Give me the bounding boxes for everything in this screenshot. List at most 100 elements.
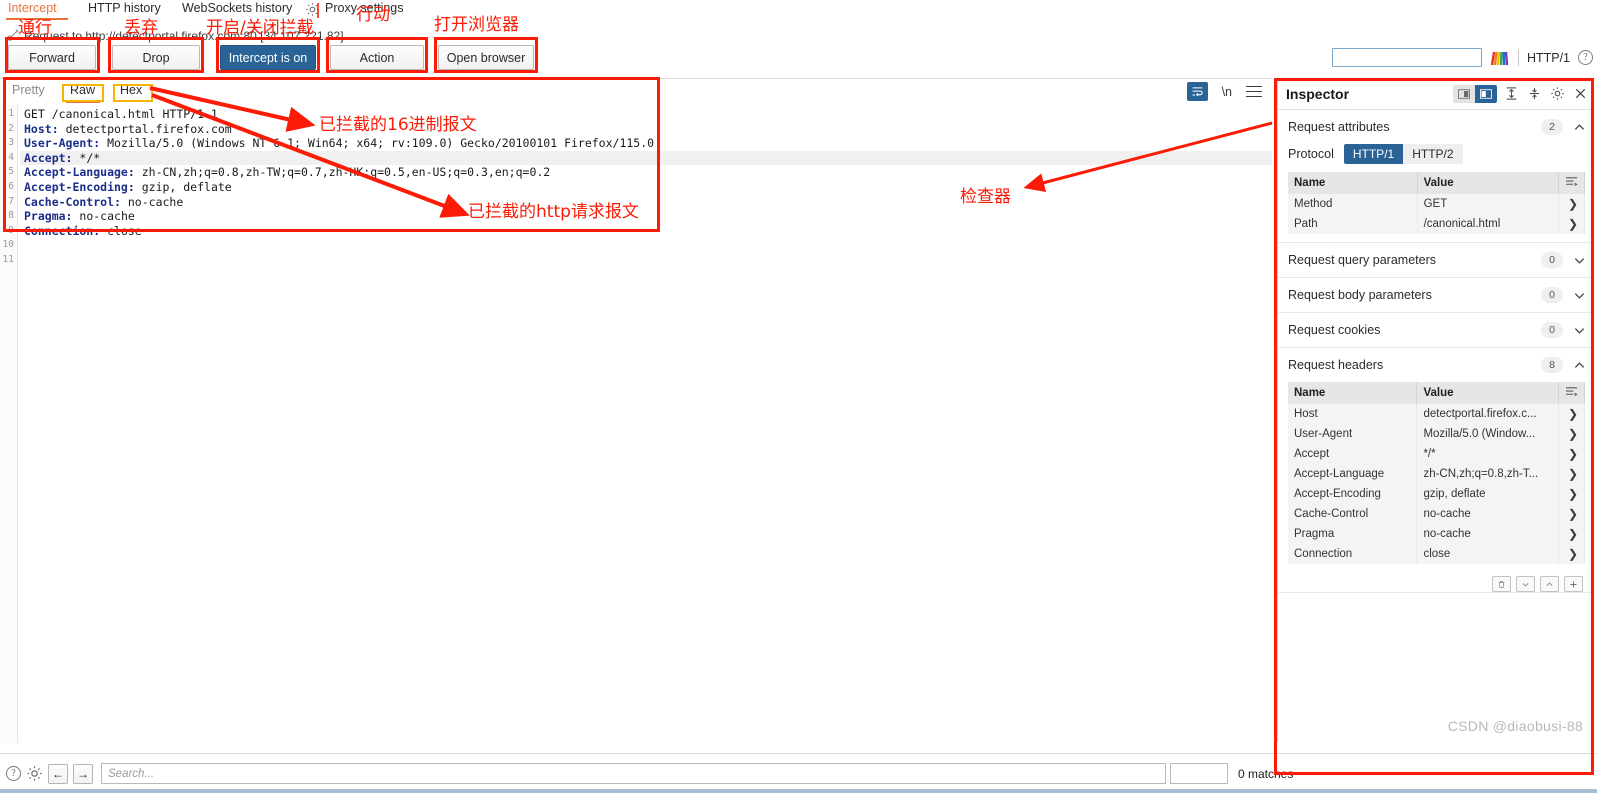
row-expand-icon[interactable]: ❯ xyxy=(1558,424,1586,444)
protocol-option-http2[interactable]: HTTP/2 xyxy=(1403,144,1463,164)
row-expand-icon[interactable]: ❯ xyxy=(1558,544,1586,564)
layout-side-icon[interactable] xyxy=(1453,84,1475,103)
inspector-layout-toggle[interactable] xyxy=(1453,84,1497,103)
section-count-badge: 8 xyxy=(1541,357,1563,373)
gear-icon[interactable] xyxy=(26,765,43,782)
move-down-button[interactable] xyxy=(1516,576,1535,592)
move-up-button[interactable] xyxy=(1540,576,1559,592)
match-count-input[interactable] xyxy=(1170,763,1228,784)
chevron-down-icon[interactable] xyxy=(1571,254,1587,267)
line-number: 4 xyxy=(8,151,14,163)
drop-button[interactable]: Drop xyxy=(112,45,200,70)
code-line: Connection: close xyxy=(24,223,142,238)
sort-icon[interactable] xyxy=(1558,172,1586,194)
request-target-banner: Request to http://detectportal.firefox.c… xyxy=(24,29,344,43)
section-header[interactable]: Request cookies 0 xyxy=(1278,313,1595,347)
add-row-button[interactable] xyxy=(1564,576,1583,592)
header-value: close xyxy=(1416,544,1559,564)
pin-icon[interactable] xyxy=(6,28,20,42)
forward-button[interactable]: Forward xyxy=(8,45,96,70)
chevron-up-icon[interactable] xyxy=(1571,121,1587,134)
request-headers-table: Name Value Host detectportal.firefox.c..… xyxy=(1288,382,1586,564)
attribute-value: GET xyxy=(1417,194,1559,214)
tab-hex[interactable]: Hex xyxy=(120,83,142,97)
word-wrap-icon[interactable] xyxy=(1186,82,1208,101)
code-line: User-Agent: Mozilla/5.0 (Windows NT 6.1;… xyxy=(24,136,655,151)
status-bar: ? ← → Search... 0 matches xyxy=(0,753,1597,793)
headers-table-footer xyxy=(1278,572,1595,592)
table-row[interactable]: User-Agent Mozilla/5.0 (Window... ❯ xyxy=(1288,424,1586,444)
divider xyxy=(1517,49,1519,66)
intercept-toggle-button[interactable]: Intercept is on xyxy=(220,45,316,70)
gear-icon[interactable] xyxy=(1549,85,1566,102)
inspector-header: Inspector xyxy=(1278,78,1595,110)
tab-proxy-settings[interactable]: Proxy settings xyxy=(325,1,404,15)
table-row[interactable]: Pragma no-cache ❯ xyxy=(1288,524,1586,544)
gear-icon[interactable] xyxy=(305,2,320,17)
rainbow-icon[interactable] xyxy=(1490,49,1510,66)
header-value: no-cache xyxy=(1416,504,1559,524)
table-row[interactable]: Accept-Language zh-CN,zh;q=0.8,zh-T... ❯ xyxy=(1288,464,1586,484)
row-expand-icon[interactable]: ❯ xyxy=(1558,504,1586,524)
forward-button[interactable]: → xyxy=(73,763,93,784)
header-name: Accept xyxy=(1288,444,1418,464)
tab-http-history[interactable]: HTTP history xyxy=(88,1,161,15)
table-row[interactable]: Accept */* ❯ xyxy=(1288,444,1586,464)
tab-raw[interactable]: Raw xyxy=(70,83,95,97)
section-title: Request attributes xyxy=(1288,120,1390,134)
chevron-down-icon[interactable] xyxy=(1571,324,1587,337)
attribute-value: /canonical.html xyxy=(1417,214,1559,234)
layout-split-icon[interactable] xyxy=(1475,84,1497,103)
protocol-option-http1[interactable]: HTTP/1 xyxy=(1343,144,1404,164)
open-browser-button[interactable]: Open browser xyxy=(438,45,534,70)
chevron-down-icon[interactable] xyxy=(1571,289,1587,302)
row-expand-icon[interactable]: ❯ xyxy=(1558,484,1586,504)
table-row[interactable]: Accept-Encoding gzip, deflate ❯ xyxy=(1288,484,1586,504)
section-header[interactable]: Request attributes 2 xyxy=(1278,110,1595,144)
back-button[interactable]: ← xyxy=(48,763,68,784)
header-value: no-cache xyxy=(1416,524,1559,544)
row-expand-icon[interactable]: ❯ xyxy=(1558,404,1586,424)
section-header[interactable]: Request query parameters 0 xyxy=(1278,243,1595,277)
close-icon[interactable] xyxy=(1572,85,1589,102)
action-button[interactable]: Action xyxy=(330,45,424,70)
row-expand-icon[interactable]: ❯ xyxy=(1558,214,1586,234)
section-header[interactable]: Request body parameters 0 xyxy=(1278,278,1595,312)
table-row[interactable]: Host detectportal.firefox.c... ❯ xyxy=(1288,404,1586,424)
search-input[interactable]: Search... xyxy=(101,763,1166,784)
help-icon[interactable]: ? xyxy=(1578,50,1593,65)
expand-all-icon[interactable] xyxy=(1503,85,1520,102)
help-icon[interactable]: ? xyxy=(6,766,21,781)
chevron-up-icon[interactable] xyxy=(1571,359,1587,372)
tab-websockets-history[interactable]: WebSockets history xyxy=(182,1,292,15)
delete-row-button[interactable] xyxy=(1492,576,1511,592)
menu-icon[interactable] xyxy=(1246,85,1262,98)
newline-icon[interactable]: \n xyxy=(1222,85,1232,99)
tab-intercept[interactable]: Intercept xyxy=(8,1,57,15)
line-number: 1 xyxy=(8,108,14,119)
table-row[interactable]: Method GET ❯ xyxy=(1288,194,1586,214)
header-name: Pragma xyxy=(1288,524,1418,544)
section-header[interactable]: Request headers 8 xyxy=(1278,348,1595,382)
collapse-all-icon[interactable] xyxy=(1526,85,1543,102)
section-count-badge: 2 xyxy=(1541,119,1563,135)
row-expand-icon[interactable]: ❯ xyxy=(1558,524,1586,544)
table-row[interactable]: Cache-Control no-cache ❯ xyxy=(1288,504,1586,524)
table-row[interactable]: Path /canonical.html ❯ xyxy=(1288,214,1586,234)
table-row[interactable]: Connection close ❯ xyxy=(1288,544,1586,564)
row-expand-icon[interactable]: ❯ xyxy=(1558,444,1586,464)
request-raw-text[interactable]: GET /canonical.html HTTP/1.1 Host: detec… xyxy=(20,105,1272,743)
sort-icon[interactable] xyxy=(1558,382,1586,404)
row-expand-icon[interactable]: ❯ xyxy=(1558,194,1586,214)
status-bar-buttons: ? ← → xyxy=(6,763,93,784)
row-expand-icon[interactable]: ❯ xyxy=(1558,464,1586,484)
tab-pretty[interactable]: Pretty xyxy=(12,83,45,97)
attribute-name: Path xyxy=(1288,214,1418,234)
top-search-input[interactable] xyxy=(1331,48,1482,67)
protocol-segmented-control[interactable]: HTTP/1 HTTP/2 xyxy=(1343,144,1463,164)
section-request-cookies: Request cookies 0 xyxy=(1278,313,1595,348)
header-name: Host xyxy=(1288,404,1418,424)
proxy-tab-strip: Intercept HTTP history WebSockets histor… xyxy=(0,0,1597,20)
section-count-badge: 0 xyxy=(1541,322,1563,338)
